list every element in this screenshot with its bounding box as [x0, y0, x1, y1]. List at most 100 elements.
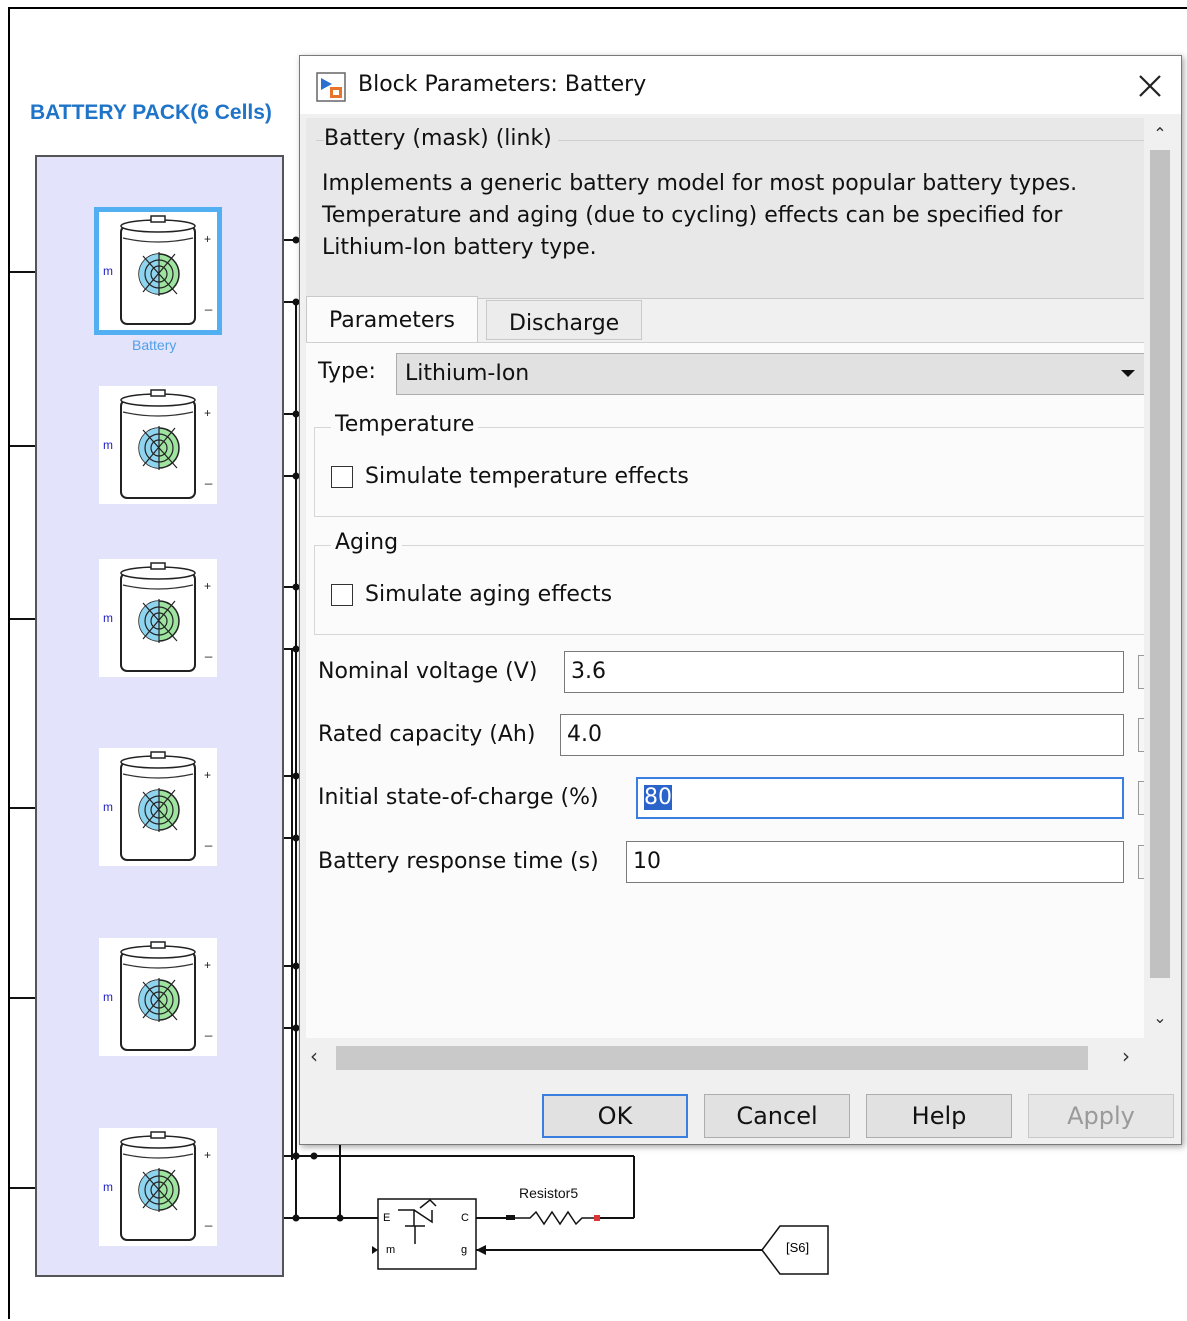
port-m-label: m: [103, 264, 113, 278]
port-plus-label: +: [204, 768, 212, 782]
port-minus-label: _: [205, 470, 213, 485]
battery-icon: [120, 389, 196, 499]
type-dropdown-value: Lithium-Ion: [405, 361, 530, 386]
initial-soc-label: Initial state-of-charge (%): [318, 785, 599, 810]
type-dropdown[interactable]: Lithium-Ion: [396, 353, 1144, 395]
cancel-button[interactable]: Cancel: [704, 1094, 850, 1138]
mask-description-group: Battery (mask) (link) Implements a gener…: [306, 118, 1144, 299]
battery-block[interactable]: m + _: [99, 748, 217, 866]
more-options-icon[interactable]: [1138, 845, 1144, 879]
igbt-port-c: C: [461, 1212, 469, 1224]
response-time-label: Battery response time (s): [318, 849, 599, 874]
initial-soc-input[interactable]: 80: [636, 777, 1124, 819]
aging-checkbox-label[interactable]: Simulate aging effects: [365, 582, 612, 607]
port-plus-label: +: [204, 958, 212, 972]
scroll-up-icon[interactable]: ⌃: [1146, 124, 1174, 144]
aging-checkbox[interactable]: [331, 583, 353, 606]
port-plus-label: +: [204, 406, 212, 420]
chevron-down-icon: [1121, 370, 1135, 377]
wire-junction: [310, 1152, 318, 1160]
port-plus-label: +: [204, 1148, 212, 1162]
ok-button[interactable]: OK: [542, 1094, 688, 1138]
battery-pack-title: BATTERY PACK(6 Cells): [30, 101, 272, 124]
close-icon: [1139, 75, 1161, 97]
horizontal-scrollbar[interactable]: ‹ ›: [306, 1042, 1146, 1072]
igbt-port-e: E: [383, 1212, 391, 1224]
port-minus-label: _: [205, 1022, 213, 1037]
more-options-icon[interactable]: [1138, 655, 1144, 689]
temperature-group: Temperature Simulate temperature effects: [314, 412, 1144, 517]
battery-icon: [120, 562, 196, 672]
type-label: Type:: [318, 359, 376, 384]
scroll-right-icon[interactable]: ›: [1122, 1044, 1130, 1068]
resistor-icon[interactable]: [512, 1210, 598, 1226]
tab-discharge[interactable]: Discharge: [486, 300, 643, 340]
simulink-block-icon: [316, 72, 346, 102]
wire-junction: [336, 1214, 344, 1222]
initial-soc-value: 80: [644, 785, 672, 810]
close-button[interactable]: [1129, 66, 1171, 106]
port-m-label: m: [103, 438, 113, 452]
more-options-icon[interactable]: [1138, 718, 1144, 752]
port-m-label: m: [103, 990, 113, 1004]
port-minus-label: _: [205, 643, 213, 658]
resistor-port: [510, 1215, 515, 1220]
scroll-down-icon[interactable]: ⌄: [1146, 1008, 1174, 1028]
gate-arrow-icon: [476, 1245, 486, 1255]
resistor-label[interactable]: Resistor5: [519, 1185, 578, 1201]
resistor-port: [594, 1215, 600, 1221]
port-plus-label: +: [204, 232, 212, 246]
help-button[interactable]: Help: [866, 1094, 1012, 1138]
horizontal-scroll-thumb[interactable]: [336, 1046, 1088, 1070]
port-m-label: m: [103, 611, 113, 625]
port-plus-label: +: [204, 579, 212, 593]
dialog-titlebar[interactable]: Block Parameters: Battery: [300, 56, 1181, 114]
battery-block[interactable]: m + _: [99, 559, 217, 677]
rated-capacity-label: Rated capacity (Ah): [318, 722, 536, 747]
battery-icon: [120, 215, 196, 325]
vertical-scroll-thumb[interactable]: [1150, 150, 1170, 978]
tab-bar: Discharge Parameters: [306, 296, 1144, 344]
aging-checkbox-row[interactable]: Simulate aging effects: [331, 582, 612, 607]
battery-block[interactable]: m + _: [99, 386, 217, 504]
initial-soc-row: Initial state-of-charge (%) 80: [318, 777, 1144, 819]
temperature-legend: Temperature: [331, 412, 479, 437]
nominal-voltage-row: Nominal voltage (V) 3.6: [318, 651, 1144, 693]
battery-block[interactable]: m + _: [99, 1128, 217, 1246]
response-time-row: Battery response time (s) 10: [318, 841, 1144, 883]
port-minus-label: _: [205, 832, 213, 847]
rated-capacity-row: Rated capacity (Ah) 4.0: [318, 714, 1144, 756]
dialog-title: Block Parameters: Battery: [358, 72, 647, 97]
goto-tag-label[interactable]: [S6]: [786, 1240, 809, 1255]
temperature-checkbox[interactable]: [331, 465, 353, 488]
port-m-label: m: [103, 800, 113, 814]
tab-parameters[interactable]: Parameters: [306, 296, 478, 344]
battery-block[interactable]: m + _: [99, 938, 217, 1056]
dialog-content: Battery (mask) (link) Implements a gener…: [306, 118, 1144, 1038]
igbt-block[interactable]: [377, 1198, 477, 1270]
temperature-checkbox-label[interactable]: Simulate temperature effects: [365, 464, 689, 489]
battery-block[interactable]: m + _: [94, 207, 222, 335]
port-m-label: m: [103, 1180, 113, 1194]
mask-header: Battery (mask) (link): [324, 126, 558, 151]
battery-icon: [120, 751, 196, 861]
block-parameters-dialog: Block Parameters: Battery Battery (mask)…: [299, 55, 1182, 1145]
temperature-checkbox-row[interactable]: Simulate temperature effects: [331, 464, 689, 489]
battery-block-label[interactable]: Battery: [132, 337, 176, 353]
igbt-port-m: m: [386, 1244, 396, 1256]
igbt-port-g: g: [461, 1244, 468, 1256]
battery-icon: [120, 1131, 196, 1241]
scroll-left-icon[interactable]: ‹: [310, 1044, 318, 1068]
wire-junction: [292, 1152, 300, 1160]
m-output-arrow-icon: [372, 1246, 378, 1254]
more-options-icon[interactable]: [1138, 781, 1144, 815]
parameters-panel: Type: Lithium-Ion Temperature Simulate t…: [306, 342, 1144, 1038]
apply-button[interactable]: Apply: [1028, 1094, 1174, 1138]
battery-icon: [120, 941, 196, 1051]
aging-group: Aging Simulate aging effects: [314, 530, 1144, 635]
nominal-voltage-input[interactable]: 3.6: [564, 651, 1124, 693]
response-time-input[interactable]: 10: [626, 841, 1124, 883]
rated-capacity-input[interactable]: 4.0: [560, 714, 1124, 756]
port-minus-label: _: [205, 1212, 213, 1227]
vertical-scrollbar[interactable]: ⌃ ⌄: [1146, 118, 1174, 1038]
